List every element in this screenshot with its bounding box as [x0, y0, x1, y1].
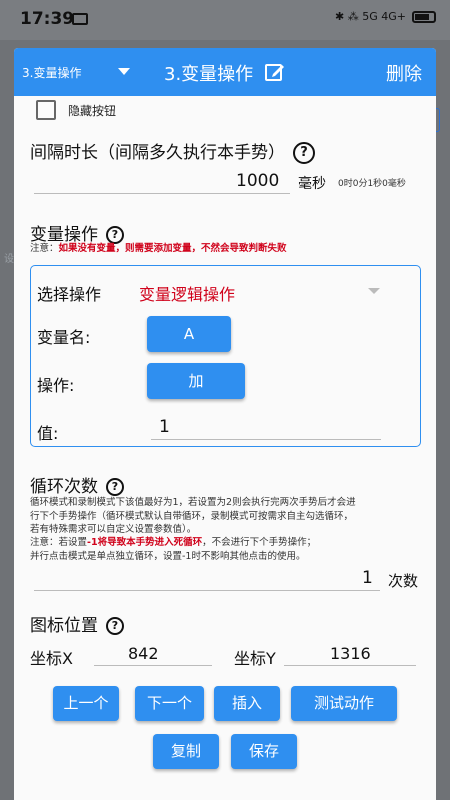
edit-icon[interactable] — [264, 61, 286, 83]
interval-unit: 毫秒 — [298, 176, 326, 192]
coord-x-input[interactable] — [94, 665, 212, 666]
prev-button[interactable]: 上一个 — [53, 686, 119, 721]
loop-title-text: 循环次数 — [30, 477, 98, 497]
loop-desc-line: 循环模式和录制模式下该值最好为1，若设置为2则会执行完两次手势后才会进 — [30, 497, 356, 508]
status-indicators: ✱ ⁂ 5G 4G+ — [335, 10, 406, 23]
gesture-selector[interactable]: 3.变量操作 — [22, 64, 81, 81]
select-op-arrow-icon[interactable] — [368, 288, 380, 294]
battery-icon — [412, 10, 436, 23]
dialog-header: 3.变量操作 3.变量操作 删除 — [14, 48, 436, 96]
interval-title: 间隔时长（间隔多久执行本手势）? — [30, 138, 315, 164]
loop-title: 循环次数? — [30, 472, 124, 497]
loop-description: 循环模式和录制模式下该值最好为1，若设置为2则会执行完两次手势后才会进 行下个手… — [30, 496, 356, 537]
icon-pos-title-text: 图标位置 — [30, 616, 98, 636]
next-button[interactable]: 下一个 — [135, 686, 204, 721]
var-name-label: 变量名: — [37, 328, 91, 347]
status-time: 17:39 — [20, 9, 75, 29]
interval-input[interactable] — [34, 193, 290, 194]
hide-button-row[interactable]: 隐藏按钮 — [36, 100, 116, 120]
variable-op-box: 选择操作 变量逻辑操作 变量名: A 操作: 加 值: 1 — [30, 265, 421, 447]
loop-desc-line: 行下个手势操作（循环模式默认自带循环，录制模式可按需求自主勾选循环， — [30, 510, 354, 522]
select-op-value[interactable]: 变量逻辑操作 — [139, 281, 235, 305]
dropdown-arrow-icon[interactable] — [118, 68, 130, 75]
icon-pos-title: 图标位置? — [30, 611, 124, 636]
select-op-label: 选择操作 — [37, 285, 102, 304]
interval-title-text: 间隔时长（间隔多久执行本手势） — [30, 143, 285, 163]
help-icon[interactable]: ? — [106, 478, 124, 496]
op-label: 操作: — [37, 376, 75, 395]
sim-icon — [72, 13, 88, 25]
background-fragment: 设 — [4, 254, 14, 265]
loop-desc-line: 若有特殊需求可以自定义设置参数值）。 — [30, 524, 197, 535]
value-label: 值: — [37, 424, 59, 443]
coord-x-value[interactable]: 842 — [128, 644, 159, 663]
note-warning: 如果没有变量，则需要添加变量，不然会导致判断失败 — [58, 243, 287, 254]
loop-input[interactable] — [34, 590, 380, 591]
dialog-title: 3.变量操作 — [164, 64, 254, 85]
loop-note-warning: -1将导致本手势进入死循环 — [87, 537, 203, 548]
help-icon[interactable]: ? — [293, 142, 315, 164]
coord-x-label: 坐标X — [30, 649, 73, 668]
var-name-button[interactable]: A — [147, 316, 231, 352]
save-button[interactable]: 保存 — [231, 734, 297, 769]
value-input-text[interactable]: 1 — [159, 417, 170, 437]
coord-y-value[interactable]: 1316 — [330, 644, 371, 663]
loop-note-line: 并行点击模式是单点独立循环，设置-1时不影响其他点击的使用。 — [30, 550, 306, 562]
interval-hint: 0时0分1秒0毫秒 — [338, 179, 406, 189]
hide-button-checkbox[interactable] — [36, 100, 56, 120]
test-action-button[interactable]: 测试动作 — [291, 686, 397, 721]
copy-button[interactable]: 复制 — [153, 734, 219, 769]
interval-value[interactable]: 1000 — [236, 171, 279, 191]
variable-op-note: 注意：如果没有变量，则需要添加变量，不然会导致判断失败 — [30, 242, 287, 256]
loop-unit: 次数 — [388, 572, 419, 590]
help-icon[interactable]: ? — [106, 617, 124, 635]
gesture-edit-dialog: 3.变量操作 3.变量操作 删除 隐藏按钮 间隔时长（间隔多久执行本手势）? 1… — [14, 48, 436, 800]
value-input[interactable] — [151, 439, 381, 440]
note-prefix: 注意： — [30, 243, 59, 254]
coord-y-input[interactable] — [284, 665, 416, 666]
loop-note-prefix: 注意：若设置 — [30, 537, 88, 548]
loop-note-suffix: ，不会进行下个手势操作； — [202, 537, 317, 548]
status-bar: 17:39 ✱ ⁂ 5G 4G+ — [0, 0, 450, 40]
insert-button[interactable]: 插入 — [214, 686, 280, 721]
op-button[interactable]: 加 — [147, 363, 245, 399]
loop-note: 注意：若设置-1将导致本手势进入死循环，不会进行下个手势操作； 并行点击模式是单… — [30, 536, 316, 563]
status-icons: ✱ ⁂ 5G 4G+ — [335, 10, 436, 23]
coord-y-label: 坐标Y — [234, 649, 276, 668]
hide-button-label: 隐藏按钮 — [68, 103, 117, 118]
delete-button[interactable]: 删除 — [386, 60, 422, 86]
loop-value[interactable]: 1 — [362, 568, 373, 588]
